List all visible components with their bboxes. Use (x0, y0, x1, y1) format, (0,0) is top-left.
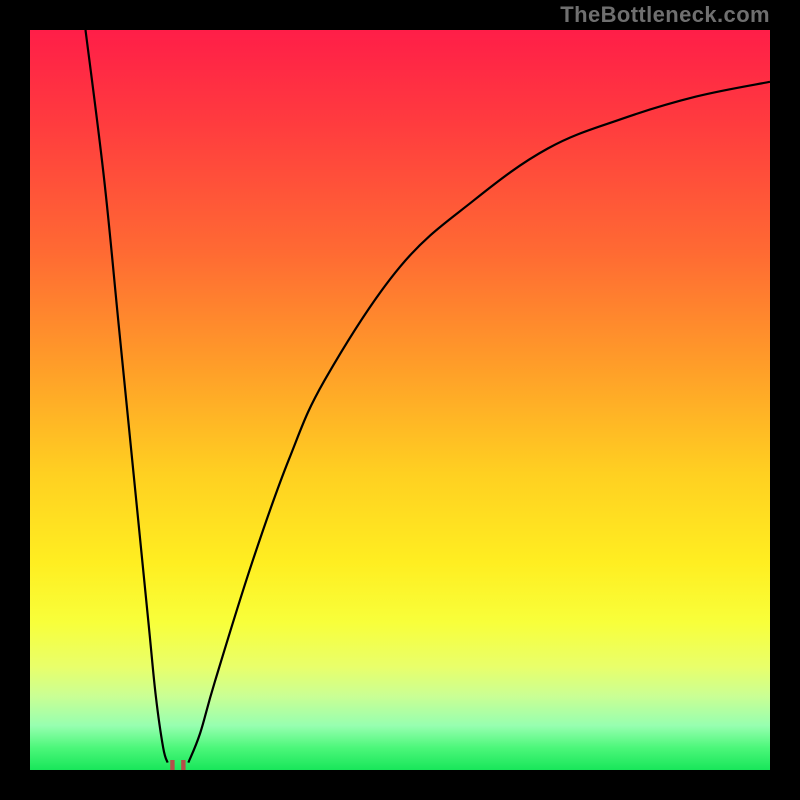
chart-root: { "attribution": "TheBottleneck.com", "m… (0, 0, 800, 800)
attribution-text: TheBottleneck.com (560, 2, 770, 28)
bottleneck-curve (30, 30, 770, 770)
plot-area: u (30, 30, 770, 770)
marker-icon: u (168, 750, 188, 770)
